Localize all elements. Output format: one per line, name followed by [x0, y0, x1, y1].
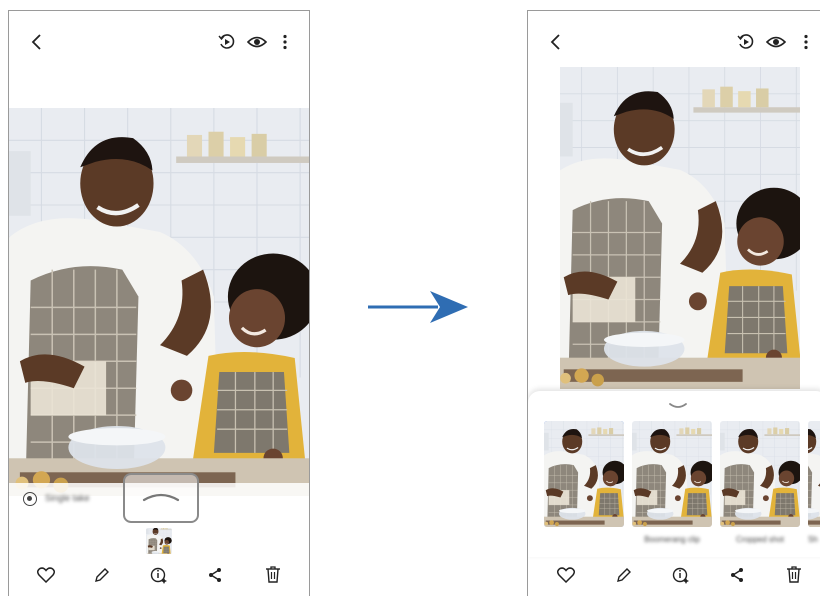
result-thumbnail[interactable] — [720, 421, 800, 527]
swipe-up-handle[interactable] — [123, 473, 199, 523]
motion-photo-icon — [217, 32, 237, 52]
share-icon — [207, 567, 223, 588]
chevron-down-icon[interactable] — [666, 399, 690, 411]
chevron-left-icon — [30, 33, 44, 51]
details-button[interactable] — [669, 565, 693, 589]
result-thumbnail[interactable] — [632, 421, 712, 527]
info-icon — [672, 566, 690, 589]
pencil-icon — [94, 567, 110, 588]
back-button[interactable] — [25, 30, 49, 54]
main-photo[interactable] — [9, 108, 310, 496]
motion-photo-icon — [736, 32, 756, 52]
details-button[interactable] — [147, 565, 171, 589]
info-icon — [150, 566, 168, 589]
main-photo[interactable] — [560, 67, 800, 389]
filmstrip-thumbnail[interactable] — [146, 528, 172, 554]
chevron-up-icon — [141, 489, 181, 507]
share-button[interactable] — [203, 565, 227, 589]
transition-arrow-icon — [366, 288, 470, 326]
heart-icon — [36, 566, 56, 588]
edit-button[interactable] — [612, 565, 636, 589]
share-button[interactable] — [725, 565, 749, 589]
favorite-button[interactable] — [554, 565, 578, 589]
results-carousel[interactable]: Boomerang clip Cropped shot Sh — [544, 421, 820, 544]
more-options-button[interactable] — [273, 30, 297, 54]
favorite-button[interactable] — [34, 565, 58, 589]
motion-photo-button[interactable] — [734, 30, 758, 54]
delete-button[interactable] — [782, 565, 806, 589]
share-icon — [729, 567, 745, 588]
top-bar — [9, 11, 309, 71]
more-options-button[interactable] — [794, 30, 818, 54]
thumbnail-label: Cropped shot — [735, 535, 785, 544]
chevron-left-icon — [549, 33, 563, 51]
motion-photo-button[interactable] — [215, 30, 239, 54]
radio-icon[interactable] — [23, 492, 37, 506]
eye-icon — [766, 35, 786, 49]
gallery-phone-right: Boomerang clip Cropped shot Sh — [527, 10, 820, 596]
single-take-results-sheet: Boomerang clip Cropped shot Sh — [528, 391, 820, 557]
more-vertical-icon — [282, 34, 288, 50]
heart-icon — [556, 566, 576, 588]
detected-label: Single take — [45, 493, 90, 503]
trash-icon — [265, 566, 281, 588]
bottom-action-bar — [528, 556, 820, 596]
back-button[interactable] — [544, 30, 568, 54]
more-vertical-icon — [803, 34, 809, 50]
thumbnail-label: Sh — [808, 535, 818, 544]
view-button[interactable] — [764, 30, 788, 54]
eye-icon — [247, 35, 267, 49]
pencil-icon — [616, 567, 632, 588]
view-button[interactable] — [245, 30, 269, 54]
bottom-action-bar — [9, 556, 309, 596]
gallery-phone-left: Single take — [8, 10, 310, 596]
result-thumbnail[interactable] — [808, 421, 820, 527]
top-bar — [528, 11, 820, 71]
delete-button[interactable] — [261, 565, 285, 589]
result-thumbnail[interactable] — [544, 421, 624, 527]
thumbnail-label: Boomerang clip — [644, 535, 700, 544]
edit-button[interactable] — [90, 565, 114, 589]
trash-icon — [786, 566, 802, 588]
